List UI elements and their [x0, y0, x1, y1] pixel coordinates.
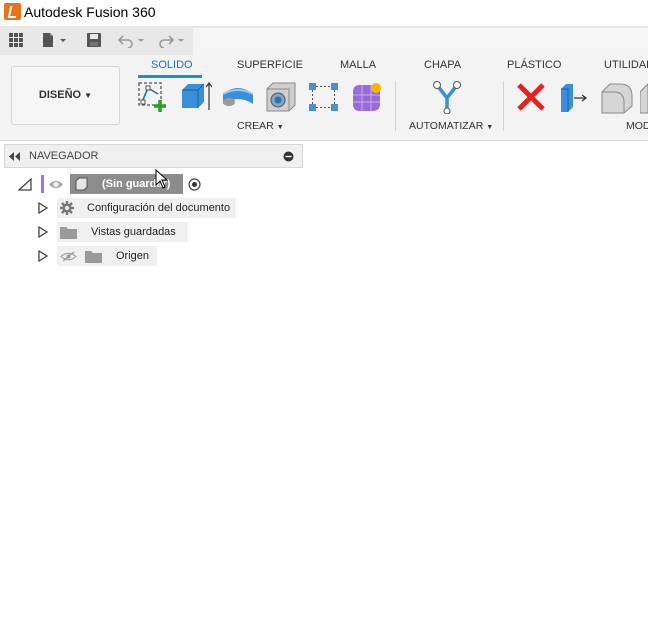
delete-icon[interactable] [514, 80, 548, 114]
tab-superficie[interactable]: SUPERFICIE [237, 59, 303, 71]
crear-group-label[interactable]: CREAR ▼ [237, 120, 284, 132]
tree-item-saved-views[interactable]: Vistas guardadas [38, 222, 198, 242]
tab-plastico[interactable]: PLÁSTICO [507, 59, 561, 71]
redo-icon[interactable] [158, 32, 174, 48]
document-tab-area [193, 28, 648, 55]
visibility-eye-icon[interactable] [48, 179, 64, 190]
tree-item-document-settings[interactable]: Configuración del documento [38, 198, 238, 218]
tree-item-origin[interactable]: Origen [38, 246, 168, 266]
gear-icon [60, 201, 74, 215]
tree-root-row[interactable]: (Sin guardar) [18, 174, 218, 194]
item-label: Origen [116, 250, 150, 262]
redo-chevron-down-icon[interactable] [176, 32, 186, 48]
folder-icon [60, 227, 77, 239]
active-tab-indicator [138, 75, 202, 78]
ribbon: DISEÑO ▼ SOLIDO SUPERFICIE MALLA CHAPA P… [0, 55, 648, 141]
ribbon-separator [395, 81, 396, 131]
collapse-panel-icon[interactable] [9, 152, 21, 161]
create-form-icon[interactable] [350, 80, 384, 114]
pattern-icon[interactable] [307, 80, 341, 114]
expanded-triangle-icon[interactable] [18, 178, 32, 191]
hole-icon[interactable] [264, 80, 298, 114]
navigator-panel-header: NAVEGADOR [4, 144, 303, 168]
collapsed-triangle-icon[interactable] [38, 250, 48, 262]
window-title: Autodesk Fusion 360 [24, 4, 156, 20]
file-menu-icon[interactable] [40, 32, 56, 48]
automatizar-label: AUTOMATIZAR [409, 120, 484, 132]
ribbon-separator [503, 81, 504, 131]
tab-utilidad[interactable]: UTILIDAD [604, 59, 648, 71]
automatizar-group-label[interactable]: AUTOMATIZAR ▼ [409, 120, 493, 132]
chevron-down-icon: ▼ [486, 124, 494, 131]
fillet-icon[interactable] [600, 80, 634, 114]
item-label: Configuración del documento [87, 202, 231, 214]
fusion-logo-icon [4, 3, 21, 20]
crear-label: CREAR [237, 120, 274, 132]
data-panel-grid-icon[interactable] [8, 32, 24, 48]
active-component-marker [41, 175, 44, 193]
file-menu-chevron-down-icon[interactable] [58, 32, 68, 48]
minimize-icon[interactable] [283, 151, 294, 162]
navigator-title: NAVEGADOR [29, 150, 99, 162]
automate-icon[interactable] [430, 80, 464, 114]
press-pull-icon[interactable] [557, 80, 591, 114]
component-icon [75, 177, 88, 191]
revolve-icon[interactable] [221, 80, 255, 114]
tab-solido[interactable]: SOLIDO [151, 59, 193, 71]
chamfer-icon[interactable] [640, 80, 648, 114]
activate-radio-icon[interactable] [188, 178, 201, 191]
mouse-cursor-icon [155, 169, 169, 189]
workspace-label: DISEÑO [38, 89, 82, 101]
title-bar: Autodesk Fusion 360 [0, 0, 648, 24]
item-label: Vistas guardadas [91, 226, 176, 238]
chevron-down-icon: ▼ [84, 91, 93, 100]
hidden-eye-icon[interactable] [60, 251, 77, 262]
collapsed-triangle-icon[interactable] [38, 226, 48, 238]
workspace-switcher-button[interactable]: DISEÑO ▼ [11, 66, 120, 125]
save-icon[interactable] [86, 32, 102, 48]
extrude-icon[interactable] [178, 80, 212, 114]
quick-access-toolbar [0, 26, 648, 55]
create-sketch-icon[interactable] [136, 80, 170, 114]
undo-icon[interactable] [118, 32, 134, 48]
collapsed-triangle-icon[interactable] [38, 202, 48, 214]
tab-malla[interactable]: MALLA [340, 59, 376, 71]
tab-chapa[interactable]: CHAPA [424, 59, 461, 71]
modificar-group-label[interactable]: MOD [626, 120, 648, 132]
undo-chevron-down-icon[interactable] [136, 32, 146, 48]
folder-icon [85, 251, 102, 263]
chevron-down-icon: ▼ [276, 124, 284, 131]
